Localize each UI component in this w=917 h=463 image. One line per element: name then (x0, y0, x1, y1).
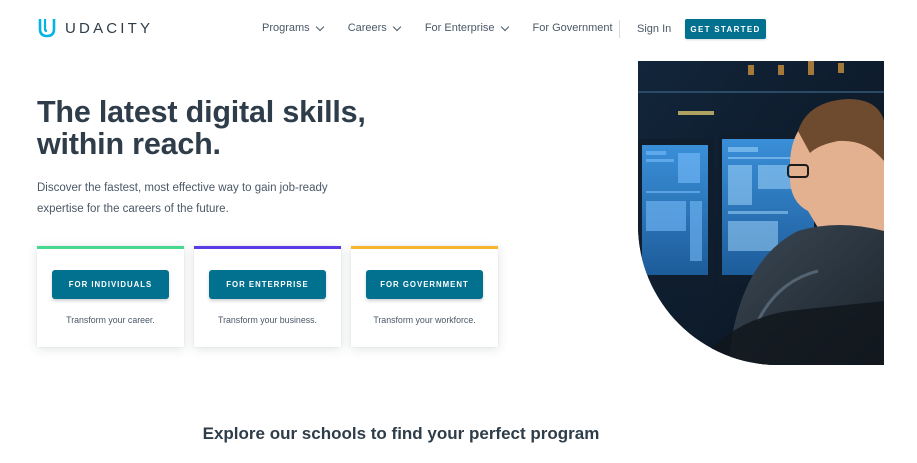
explore-schools-heading: Explore our schools to find your perfect… (202, 424, 600, 443)
nav-careers[interactable]: Careers (347, 22, 402, 34)
nav-for-enterprise[interactable]: For Enterprise (424, 22, 509, 34)
card-enterprise: FOR ENTERPRISE Transform your business. (194, 246, 341, 347)
for-enterprise-button[interactable]: FOR ENTERPRISE (209, 270, 326, 299)
hero-subtitle: Discover the fastest, most effective way… (37, 182, 328, 215)
chevron-down-icon (500, 22, 509, 31)
main-nav: Programs Careers For Enterprise For Gove… (262, 22, 613, 34)
get-started-button[interactable]: GET STARTED (685, 19, 766, 39)
audience-cards: FOR INDIVIDUALS Transform your career. F… (37, 246, 498, 347)
sign-in-link[interactable]: Sign In (637, 23, 671, 35)
card-individuals: FOR INDIVIDUALS Transform your career. (37, 246, 184, 347)
person-at-monitors-photo (638, 61, 884, 365)
brand-logo[interactable]: UDACITY (37, 17, 153, 39)
nav-divider (619, 20, 620, 38)
udacity-u-logo-icon (37, 17, 57, 39)
card-government-text: Transform your workforce. (373, 315, 476, 325)
nav-programs[interactable]: Programs (262, 22, 324, 34)
nav-for-enterprise-label: For Enterprise (424, 22, 495, 34)
for-government-button[interactable]: FOR GOVERNMENT (366, 270, 483, 299)
nav-careers-label: Careers (347, 22, 387, 34)
nav-for-government[interactable]: For Government (533, 22, 613, 34)
hero-title: The latest digital skills, within reach. (37, 95, 366, 161)
brand-name: UDACITY (65, 19, 154, 37)
nav-programs-label: Programs (262, 22, 310, 34)
chevron-down-icon (315, 22, 324, 31)
chevron-down-icon (392, 22, 402, 31)
card-individuals-text: Transform your career. (66, 315, 155, 325)
nav-for-government-label: For Government (532, 22, 613, 34)
for-individuals-button[interactable]: FOR INDIVIDUALS (52, 270, 169, 299)
card-enterprise-text: Transform your business. (218, 315, 317, 325)
card-government: FOR GOVERNMENT Transform your workforce. (351, 246, 498, 347)
